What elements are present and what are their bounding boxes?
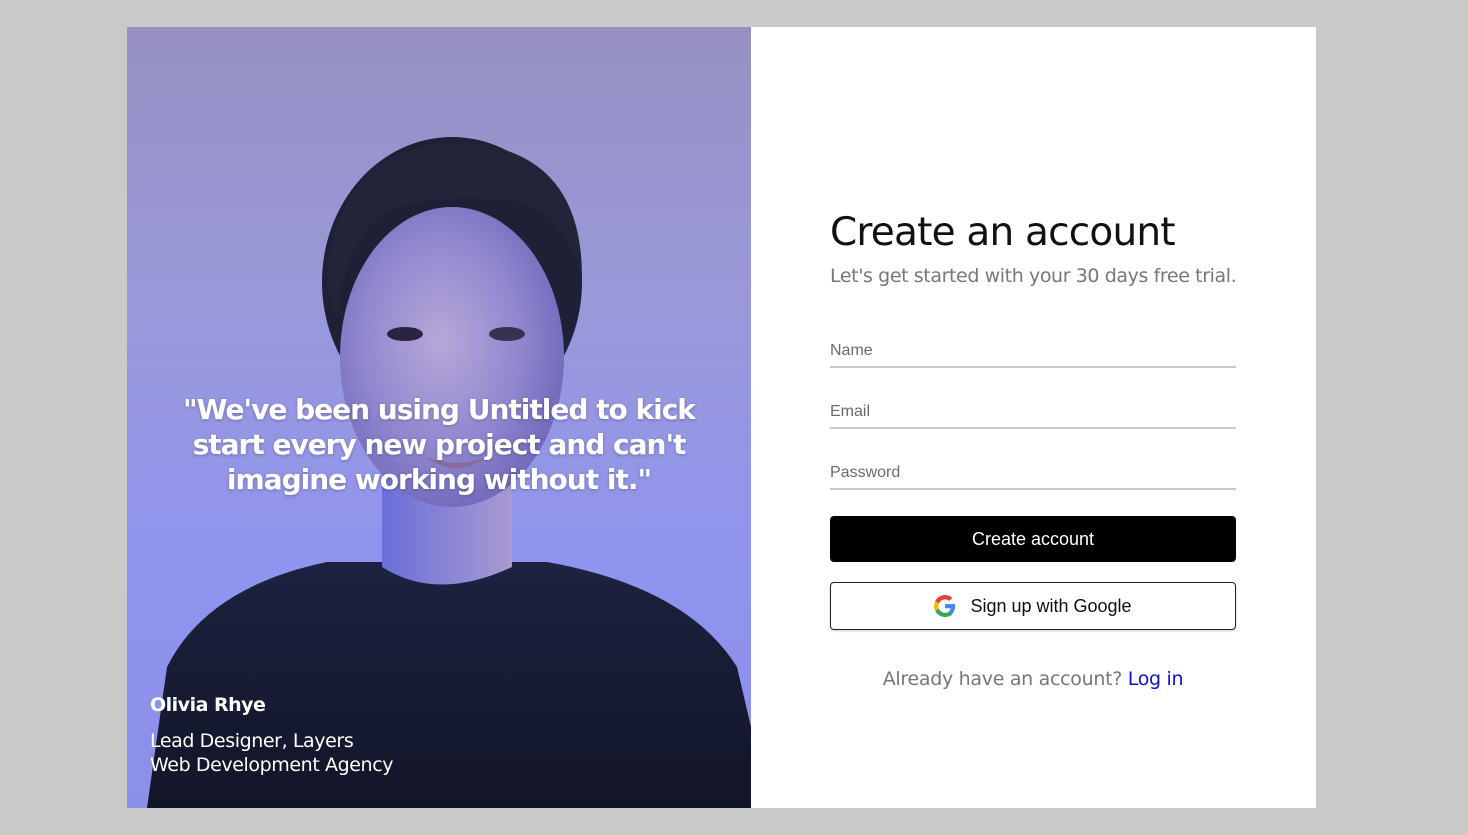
password-field[interactable] bbox=[830, 458, 1236, 490]
page-subtitle: Let's get started with your 30 days free… bbox=[830, 265, 1237, 287]
login-prompt-row: Already have an account? Log in bbox=[830, 668, 1236, 690]
testimonial-author-name: Olivia Rhye bbox=[150, 694, 266, 716]
signup-card: "We've been using Untitled to kick start… bbox=[127, 27, 1316, 808]
google-signup-button[interactable]: Sign up with Google bbox=[830, 582, 1236, 630]
testimonial-panel: "We've been using Untitled to kick start… bbox=[127, 27, 751, 808]
name-field[interactable] bbox=[830, 336, 1236, 368]
google-g-icon bbox=[934, 595, 956, 617]
login-link[interactable]: Log in bbox=[1128, 668, 1184, 690]
login-prompt-text: Already have an account? bbox=[882, 668, 1123, 690]
email-field[interactable] bbox=[830, 397, 1236, 429]
signup-form: Create an account Let's get started with… bbox=[830, 27, 1237, 808]
role-line-2: Web Development Agency bbox=[150, 754, 394, 776]
google-signup-label: Sign up with Google bbox=[970, 595, 1132, 616]
testimonial-quote: "We've been using Untitled to kick start… bbox=[183, 393, 696, 496]
testimonial-author-role: Lead Designer, Layers Web Development Ag… bbox=[150, 729, 393, 777]
page-title: Create an account bbox=[830, 210, 1176, 255]
role-line-1: Lead Designer, Layers bbox=[150, 730, 354, 752]
create-account-button[interactable]: Create account bbox=[830, 516, 1236, 562]
